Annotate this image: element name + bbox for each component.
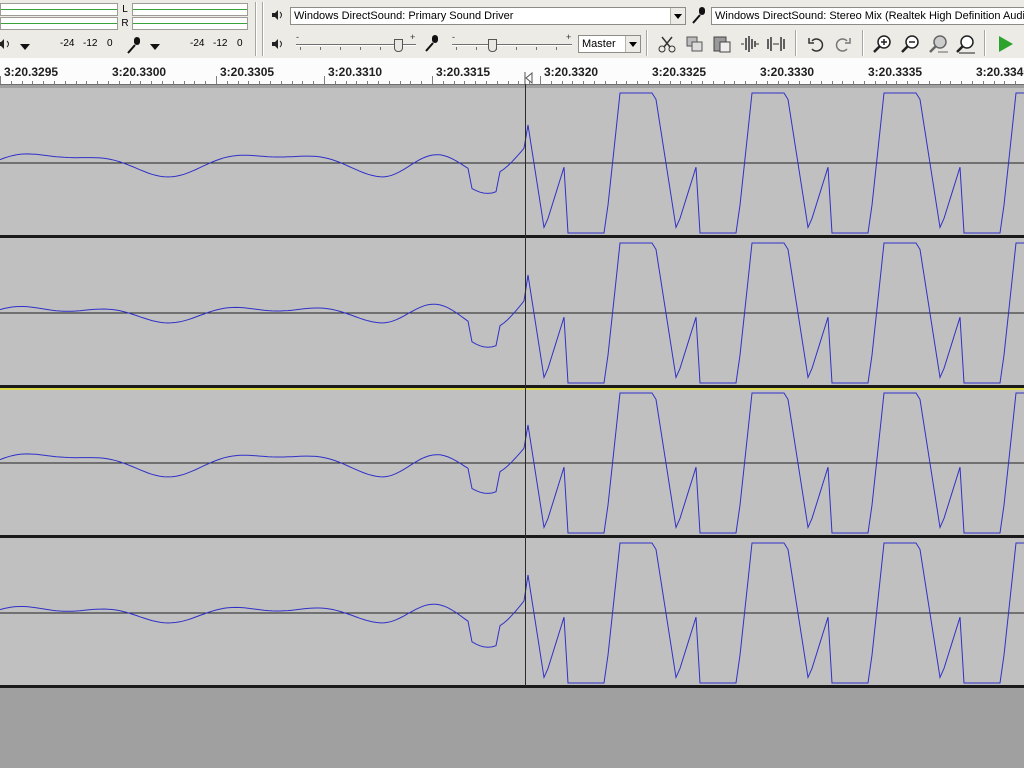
timeline-label: 3:20.3310 [328,65,383,79]
toolbar-separator [262,2,263,56]
waveform [0,392,1024,534]
microphone-icon[interactable] [124,35,146,55]
copy-button[interactable] [684,33,706,55]
copy-icon [686,36,703,52]
playback-volume-slider[interactable] [394,39,403,52]
fit-project-icon [956,35,975,54]
recording-device-select[interactable]: Windows DirectSound: Stereo Mix (Realtek… [711,7,1024,25]
redo-button[interactable] [832,33,854,55]
waveform [0,242,1024,384]
play-icon [999,36,1013,52]
record-meter-dropdown[interactable] [146,38,164,54]
playback-volume-plus: + [410,32,416,42]
zoom-in-button[interactable] [872,33,894,55]
speaker-icon[interactable] [0,37,12,51]
playback-scale-24: -24 [60,38,75,49]
edit-cursor [525,84,526,686]
recording-device-microphone-icon [689,5,711,25]
paste-button[interactable] [711,33,733,55]
audio-track-1[interactable] [0,88,1024,238]
trim-icon [741,36,759,52]
record-scale-12: -12 [213,38,228,49]
play-button[interactable] [994,33,1016,55]
input-source-value: Master [582,38,616,50]
timeline-label: 3:20.3315 [436,65,491,79]
chevron-down-icon [625,36,640,52]
meter-left-label: L [122,4,128,15]
timeline-label: 3:20.3305 [220,65,275,79]
record-volume-microphone-icon [422,33,444,53]
scissors-icon [658,36,676,53]
timeline-label: 3:20.3325 [652,65,707,79]
toolbar-separator [862,30,863,56]
trim-button[interactable] [739,33,761,55]
input-source-select[interactable]: Master [578,35,641,53]
record-scale-24: -24 [190,38,205,49]
timeline-label: 3:20.3340 [976,65,1024,79]
timeline-label: 3:20.3335 [868,65,923,79]
record-volume-slider[interactable] [487,39,497,52]
record-meter-left [132,3,248,16]
toolbar: L R -24 -12 0 -24 -12 0 Windows DirectSo… [0,0,1024,59]
timeline-label: 3:20.3300 [112,65,167,79]
undo-icon [808,38,824,52]
fit-selection-button[interactable] [928,33,950,55]
fit-selection-icon [929,35,948,53]
undo-button[interactable] [805,33,827,55]
playback-scale-0: 0 [107,38,113,49]
cut-button[interactable] [656,33,678,55]
playback-device-select[interactable]: Windows DirectSound: Primary Sound Drive… [290,7,686,25]
playback-meter-right [0,17,118,30]
timeline-ruler[interactable]: 3:20.3295 3:20.3300 3:20.3305 3:20.3310 … [0,58,1024,85]
playback-meter-left [0,3,118,16]
zoom-out-button[interactable] [900,33,922,55]
record-scale-0: 0 [237,38,243,49]
audio-track-4[interactable] [0,538,1024,688]
audio-track-3[interactable] [0,388,1024,538]
timeline-label: 3:20.3330 [760,65,815,79]
zoom-in-icon [873,35,891,53]
toolbar-separator [646,30,647,56]
record-volume-track[interactable] [452,44,572,46]
playback-meter-dropdown[interactable] [16,38,34,54]
recording-device-value: Windows DirectSound: Stereo Mix (Realtek… [715,10,1024,22]
playback-volume-minus: - [296,32,299,42]
record-volume-minus: - [452,32,455,42]
paste-icon [713,36,731,53]
playback-volume-speaker-icon [270,37,286,51]
record-volume-plus: + [566,32,572,42]
playback-device-value: Windows DirectSound: Primary Sound Drive… [294,10,514,22]
audio-track-2[interactable] [0,238,1024,388]
meter-right-label: R [121,18,129,29]
waveform [0,92,1024,234]
silence-button[interactable] [765,33,787,55]
toolbar-separator [255,2,256,56]
chevron-down-icon [670,8,685,24]
zoom-out-icon [901,35,919,53]
toolbar-separator [795,30,796,56]
playback-device-speaker-icon [270,8,286,22]
waveform [0,542,1024,684]
timeline-label: 3:20.3295 [4,65,59,79]
playback-scale-12: -12 [83,38,98,49]
fit-project-button[interactable] [955,33,977,55]
record-meter-right [132,17,248,30]
toolbar-separator [984,30,985,56]
silence-icon [767,37,785,51]
timeline-label: 3:20.3320 [544,65,599,79]
redo-icon [835,38,851,52]
